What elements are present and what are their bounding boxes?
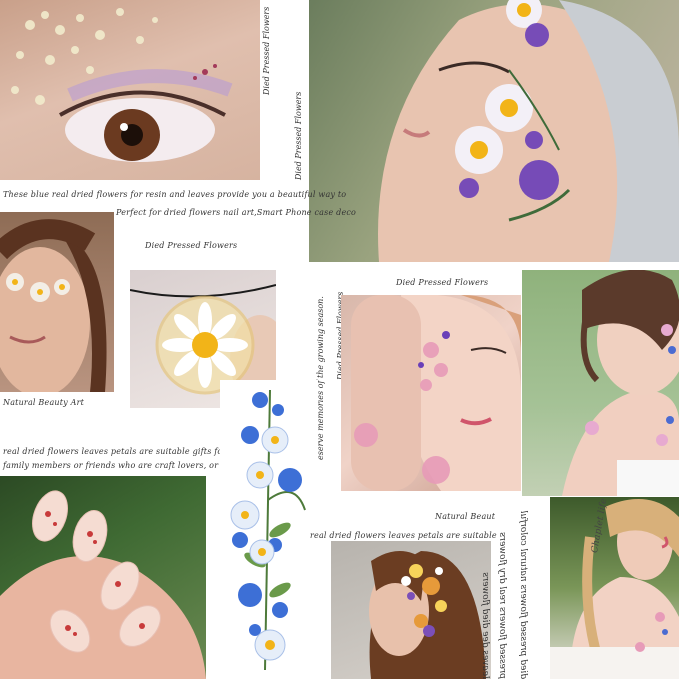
pressed-flowers-specimen [220,380,318,679]
natural-beauty-art-caption: Natural Beauty Art [3,398,85,407]
suitable-text-line: real dried flowers leaves petals are sui… [310,531,497,540]
nail-illustration [0,490,206,679]
right-vertical-text-1: died pressed flowers natural colorful [518,510,528,679]
vertical-caption-1: Died Pressed Flowers [262,6,271,95]
vertical-caption-2: Died Pressed Flowers [294,91,303,180]
natural-beaut-caption: Natural Beaut [435,512,496,521]
shoulder-flowers-photo [522,270,679,496]
body-flowers-photo: Chaplet life [550,497,679,679]
face-illustration [378,0,679,262]
flower-crown-illustration [0,219,107,392]
face-paint-photo [341,295,521,491]
middle-caption: Died Pressed Flowers [396,278,489,287]
hair-flowers-photo [331,541,491,679]
flower-crown-photo [0,212,114,392]
right-vertical-text-3: leaves dee died flowers [480,572,490,679]
face-flowers-photo [309,0,679,262]
intro-text-line-2: Perfect for dried flowers nail art,Smart… [116,208,357,217]
gift-text-line-1: real dried flowers leaves petals are sui… [3,447,249,456]
shoulder-illustration [562,270,679,496]
face-paint-illustration [351,295,521,491]
eye-illustration [11,8,233,162]
eye-closeup-photo [0,0,260,180]
nail-art-photo [0,476,206,679]
pendant-caption: Died Pressed Flowers [145,241,238,250]
right-vertical-text-2: pressed flowers real dry flowers [497,532,507,679]
intro-text-line-1: These blue real dried flowers for resin … [3,190,347,199]
body-flowers-illustration [550,499,679,679]
specimen-illustration [230,389,306,671]
hair-flowers-illustration [369,551,486,679]
